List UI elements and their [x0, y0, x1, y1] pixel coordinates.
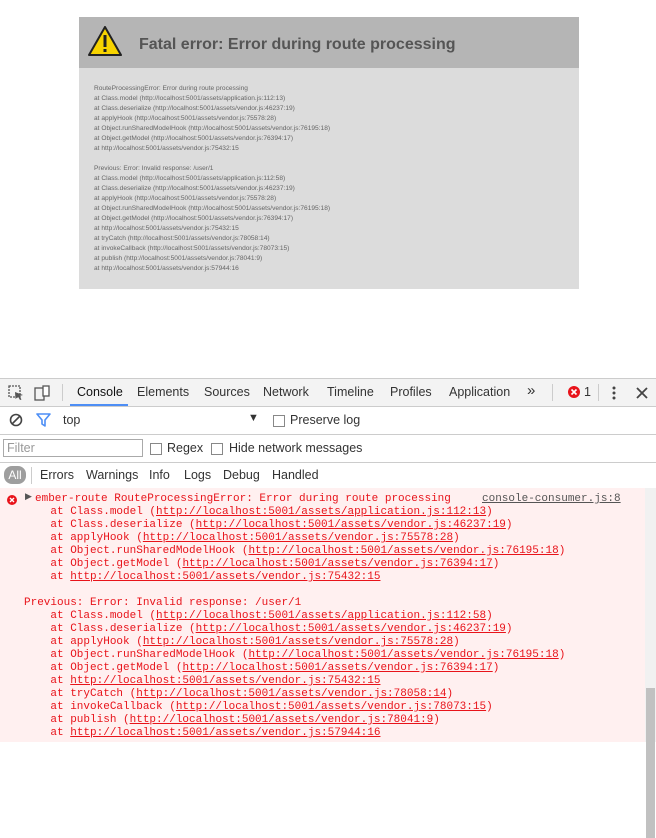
preserve-log-label: Preserve log — [290, 413, 361, 427]
regex-checkbox[interactable] — [150, 443, 162, 455]
stack-line: at http://localhost:5001/assets/vendor.j… — [94, 225, 239, 232]
stack-line: at tryCatch (http://localhost:5001/asset… — [94, 235, 270, 242]
stack-url-link[interactable]: http://localhost:5001/assets/vendor.js:7… — [136, 688, 446, 700]
error-count[interactable]: 1 — [584, 385, 591, 399]
stack-frame: at Object.getModel (http://localhost:500… — [24, 662, 500, 674]
tab-timeline[interactable]: Timeline — [327, 385, 374, 399]
stack-line: at Object.getModel (http://localhost:500… — [94, 215, 294, 222]
stack-url-link[interactable]: http://localhost:5001/assets/application… — [156, 506, 486, 518]
stack-url-link[interactable]: http://localhost:5001/assets/vendor.js:7… — [248, 545, 558, 557]
level-debug[interactable]: Debug — [223, 468, 260, 482]
stack-line: at applyHook (http://localhost:5001/asse… — [94, 195, 277, 202]
stack-frame: at Class.model (http://localhost:5001/as… — [24, 610, 493, 622]
stack-url-link[interactable]: http://localhost:5001/assets/vendor.js:7… — [130, 714, 434, 726]
stack-line: at invokeCallback (http://localhost:5001… — [94, 245, 290, 252]
clear-console-icon[interactable] — [9, 413, 23, 427]
stack-line: at applyHook (http://localhost:5001/asse… — [94, 115, 277, 122]
stack-line: at Class.model (http://localhost:5001/as… — [94, 95, 286, 102]
stack-url-link[interactable]: http://localhost:5001/assets/vendor.js:7… — [70, 675, 380, 687]
stack-line: at Class.deserialize (http://localhost:5… — [94, 105, 295, 112]
console-error-message: ember-route RouteProcessingError: Error … — [35, 493, 451, 505]
filter-bar: Filter Regex Hide network messages — [0, 435, 656, 463]
stack-url-link[interactable]: http://localhost:5001/assets/vendor.js:7… — [176, 701, 486, 713]
preserve-log-checkbox[interactable] — [273, 415, 285, 427]
error-circle-icon — [568, 386, 580, 398]
level-info[interactable]: Info — [149, 468, 170, 482]
stack-url-link[interactable]: http://localhost:5001/assets/vendor.js:7… — [70, 571, 380, 583]
stack-url-link[interactable]: http://localhost:5001/assets/application… — [156, 610, 486, 622]
level-all[interactable]: All — [4, 466, 26, 484]
tab-application[interactable]: Application — [449, 385, 510, 399]
error-stack: RouteProcessingError: Error during route… — [94, 84, 330, 274]
level-errors[interactable]: Errors — [40, 468, 74, 482]
hide-network-checkbox[interactable] — [211, 443, 223, 455]
level-handled[interactable]: Handled — [272, 468, 319, 482]
stack-line: at Object.getModel (http://localhost:500… — [94, 135, 294, 142]
stack-url-link[interactable]: http://localhost:5001/assets/vendor.js:7… — [182, 662, 492, 674]
stack-frame: at Class.deserialize (http://localhost:5… — [24, 519, 513, 531]
stack-url-link[interactable]: http://localhost:5001/assets/vendor.js:4… — [196, 623, 506, 635]
stack-line: RouteProcessingError: Error during route… — [94, 85, 248, 92]
stack-frame: at Object.getModel (http://localhost:500… — [24, 558, 500, 570]
previous-error-line: Previous: Error: Invalid response: /user… — [24, 597, 302, 609]
tab-console[interactable]: Console — [77, 385, 123, 399]
close-icon[interactable] — [634, 385, 650, 401]
stack-frame: at http://localhost:5001/assets/vendor.j… — [24, 571, 381, 583]
stack-frame: at Object.runSharedModelHook (http://loc… — [24, 545, 566, 557]
stack-url-link[interactable]: http://localhost:5001/assets/vendor.js:7… — [248, 649, 558, 661]
log-levels: All Errors Warnings Info Logs Debug Hand… — [0, 463, 656, 489]
context-select[interactable]: top — [63, 413, 80, 427]
stack-frame: at http://localhost:5001/assets/vendor.j… — [24, 727, 381, 739]
level-warnings[interactable]: Warnings — [86, 468, 138, 482]
stack-line: at http://localhost:5001/assets/vendor.j… — [94, 265, 239, 272]
device-mode-icon[interactable] — [34, 385, 50, 401]
stack-line: at Object.runSharedModelHook (http://loc… — [94, 205, 331, 212]
stack-frame: at publish (http://localhost:5001/assets… — [24, 714, 440, 726]
devtools-panel: Console Elements Sources Network Timelin… — [0, 378, 656, 838]
more-tabs-button[interactable]: » — [527, 382, 535, 399]
error-page: Fatal error: Error during route processi… — [79, 17, 579, 289]
tab-sources[interactable]: Sources — [204, 385, 250, 399]
stack-line: at Object.runSharedModelHook (http://loc… — [94, 125, 331, 132]
stack-frame: at applyHook (http://localhost:5001/asse… — [24, 532, 460, 544]
tab-network[interactable]: Network — [263, 385, 309, 399]
tab-elements[interactable]: Elements — [137, 385, 189, 399]
devtools-tabbar: Console Elements Sources Network Timelin… — [0, 379, 656, 407]
stack-frame: at http://localhost:5001/assets/vendor.j… — [24, 675, 381, 687]
filter-icon[interactable] — [36, 413, 51, 427]
stack-frame: at Class.deserialize (http://localhost:5… — [24, 623, 513, 635]
stack-url-link[interactable]: http://localhost:5001/assets/vendor.js:7… — [143, 636, 453, 648]
filter-input[interactable]: Filter — [3, 439, 143, 457]
scrollbar[interactable] — [645, 488, 656, 838]
source-link[interactable]: console-consumer.js:8 — [482, 493, 621, 505]
regex-label: Regex — [167, 441, 204, 455]
stack-frame: at applyHook (http://localhost:5001/asse… — [24, 636, 460, 648]
hide-network-label: Hide network messages — [229, 441, 363, 455]
error-header: Fatal error: Error during route processi… — [79, 17, 579, 68]
chevron-down-icon[interactable]: ▼ — [248, 412, 259, 424]
console-toolbar: top ▼ Preserve log — [0, 407, 656, 435]
stack-frame: at Object.runSharedModelHook (http://loc… — [24, 649, 566, 661]
stack-url-link[interactable]: http://localhost:5001/assets/vendor.js:7… — [182, 558, 492, 570]
error-icon — [7, 495, 17, 505]
stack-line: at publish (http://localhost:5001/assets… — [94, 255, 263, 262]
stack-url-link[interactable]: http://localhost:5001/assets/vendor.js:7… — [143, 532, 453, 544]
stack-frame: at invokeCallback (http://localhost:5001… — [24, 701, 493, 713]
expand-triangle-icon[interactable]: ▶ — [25, 492, 32, 502]
stack-url-link[interactable]: http://localhost:5001/assets/vendor.js:4… — [196, 519, 506, 531]
warning-icon — [88, 26, 122, 56]
stack-line: at Class.model (http://localhost:5001/as… — [94, 175, 286, 182]
inspect-element-icon[interactable] — [8, 385, 24, 401]
console-messages: ▶ ember-route RouteProcessingError: Error… — [0, 488, 645, 742]
stack-frame: at tryCatch (http://localhost:5001/asset… — [24, 688, 454, 700]
level-logs[interactable]: Logs — [184, 468, 211, 482]
stack-line: at http://localhost:5001/assets/vendor.j… — [94, 145, 239, 152]
stack-line: at Class.deserialize (http://localhost:5… — [94, 185, 295, 192]
stack-frame: at Class.model (http://localhost:5001/as… — [24, 506, 493, 518]
error-title: Fatal error: Error during route processi… — [139, 36, 456, 53]
tab-profiles[interactable]: Profiles — [390, 385, 432, 399]
kebab-menu-icon[interactable] — [606, 385, 622, 401]
stack-url-link[interactable]: http://localhost:5001/assets/vendor.js:5… — [70, 727, 380, 739]
stack-line: Previous: Error: Invalid response: /user… — [94, 165, 214, 172]
